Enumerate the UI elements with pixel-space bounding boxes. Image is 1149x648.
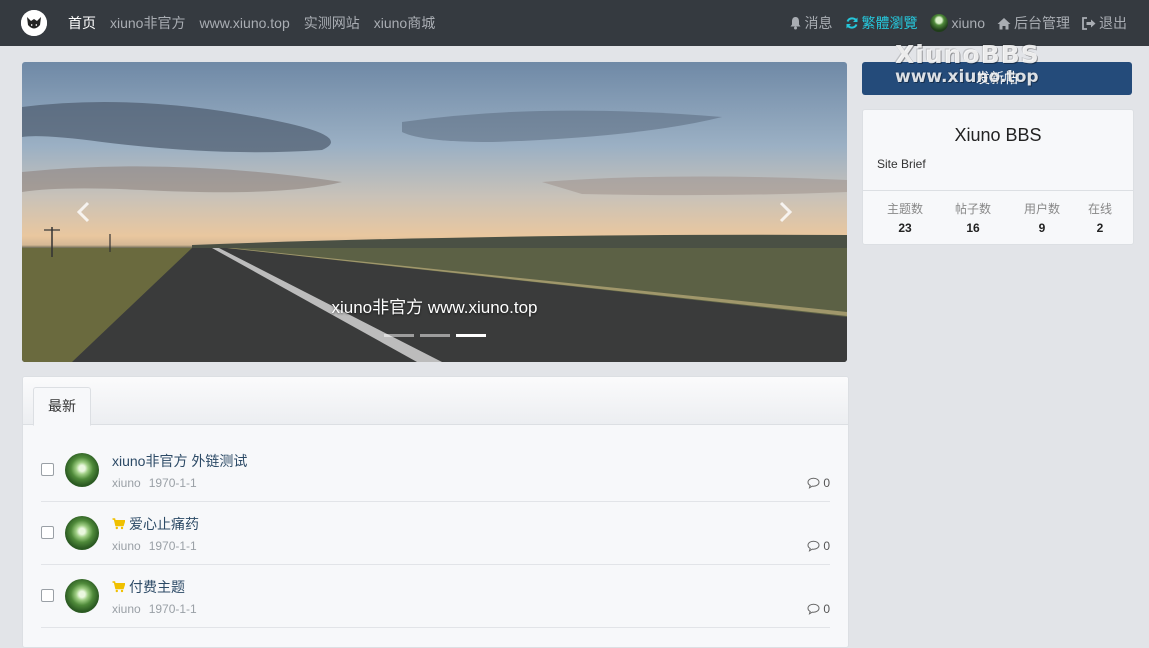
thread-checkbox[interactable] [41,589,54,602]
thread-title-text[interactable]: 爱心止痛药 [129,514,199,534]
nav-logout[interactable]: 退出 [1082,13,1127,33]
nav-traditional-chinese[interactable]: 繁體瀏覽 [845,13,918,33]
comment-icon [807,477,820,489]
stat-value: 9 [1038,221,1046,235]
logout-icon [1082,16,1096,30]
slide-caption: xiuno非官方 www.xiuno.top [331,298,538,317]
carousel-prev-button[interactable] [74,200,94,224]
carousel-indicator-3[interactable] [456,334,486,337]
thread-list-tabs: 最新 [23,377,848,426]
stat-label: 帖子数 [954,202,991,216]
slideshow[interactable]: xiuno非官方 www.xiuno.top [22,62,847,362]
nav-test-site[interactable]: 实测网站 [304,13,360,33]
thread-checkbox[interactable] [41,526,54,539]
site-brief: Site Brief [877,157,926,171]
thread-author-avatar[interactable] [65,516,99,550]
thread-reply-count: 0 [807,602,830,616]
tab-latest[interactable]: 最新 [33,387,91,426]
thread-replies-value: 0 [823,602,830,616]
thread-title-text[interactable]: xiuno非官方 外链测试 [112,451,247,471]
top-navbar: 首页 xiuno非官方 www.xiuno.top 实测网站 xiuno商城 消… [0,0,1149,46]
thread-author-avatar[interactable] [65,453,99,487]
thread-date: 1970-1-1 [148,602,197,616]
thread-reply-count: 0 [807,539,830,553]
thread-date: 1970-1-1 [148,539,197,553]
nav-xiuno-unofficial[interactable]: xiuno非官方 [110,13,185,33]
thread-author[interactable]: xiuno [112,476,141,490]
site-name: Xiuno BBS [954,125,1042,145]
nav-xiuno-shop[interactable]: xiuno商城 [374,13,435,33]
nav-messages[interactable]: 消息 [789,13,833,33]
nav-user[interactable]: xiuno [929,14,985,32]
site-info-card: Xiuno BBS Site Brief 主题数 23 帖子数 16 用户数 9… [862,109,1134,245]
stat-posts: 帖子数 16 [953,200,993,235]
thread-author-avatar[interactable] [65,579,99,613]
home-icon [997,17,1011,29]
carousel-indicators [384,334,492,337]
user-nav: 消息 繁體瀏覽 xiuno 后台管理 退出 [777,0,1127,46]
stat-label: 在线 [1087,202,1112,216]
logo-icon [21,10,47,36]
thread-row[interactable]: 爱心止痛药 xiuno 1970-1-1 0 [41,502,830,565]
stat-label: 主题数 [886,202,923,216]
nav-admin-label: 后台管理 [1014,15,1070,31]
thread-title[interactable]: xiuno非官方 外链测试 [112,451,247,471]
nav-admin[interactable]: 后台管理 [997,13,1070,33]
stat-online: 在线 2 [1086,200,1114,235]
stat-value: 16 [966,221,980,235]
thread-meta: xiuno 1970-1-1 [112,602,197,616]
thread-list-card: 最新 xiuno非官方 外链测试 xiuno 1970-1-1 0 爱心止痛药 [22,376,849,648]
thread-reply-count: 0 [807,476,830,490]
thread-meta: xiuno 1970-1-1 [112,476,197,490]
cart-icon [112,518,125,530]
comment-icon [807,540,820,552]
thread-replies-value: 0 [823,476,830,490]
nav-messages-label: 消息 [804,15,833,31]
chevron-right-icon [779,201,793,223]
thread-replies-value: 0 [823,539,830,553]
thread-author[interactable]: xiuno [112,539,141,553]
stat-users: 用户数 9 [1022,200,1062,235]
nav-xiuno-top[interactable]: www.xiuno.top [199,15,289,31]
thread-checkbox[interactable] [41,463,54,476]
thread-author[interactable]: xiuno [112,602,141,616]
carousel-indicator-1[interactable] [384,334,414,337]
thread-meta: xiuno 1970-1-1 [112,539,197,553]
user-avatar [929,14,948,32]
nav-logout-label: 退出 [1099,15,1127,31]
thread-row[interactable]: 付费主题 xiuno 1970-1-1 0 [41,565,830,628]
thread-row[interactable]: xiuno非官方 外链测试 xiuno 1970-1-1 0 [41,439,830,502]
chevron-left-icon [76,201,90,223]
carousel-indicator-2[interactable] [420,334,450,337]
stat-value: 2 [1096,221,1104,235]
stat-threads: 主题数 23 [885,200,925,235]
comment-icon [807,603,820,615]
new-thread-button[interactable]: 发新帖 [862,62,1132,95]
cart-icon [112,581,125,593]
thread-title[interactable]: 付费主题 [112,577,185,597]
nav-traditional-label: 繁體瀏覽 [861,15,918,31]
nav-home[interactable]: 首页 [68,13,96,33]
site-logo[interactable] [21,10,47,36]
stat-label: 用户数 [1023,202,1060,216]
thread-title-text[interactable]: 付费主题 [129,577,185,597]
thread-date: 1970-1-1 [148,476,197,490]
divider [863,190,1133,191]
refresh-icon [846,17,858,29]
thread-title[interactable]: 爱心止痛药 [112,514,199,534]
carousel-next-button[interactable] [775,200,795,224]
main-nav: 首页 xiuno非官方 www.xiuno.top 实测网站 xiuno商城 [68,0,449,46]
bell-icon [790,17,801,30]
nav-username: xiuno [951,15,985,31]
stat-value: 23 [898,221,912,235]
